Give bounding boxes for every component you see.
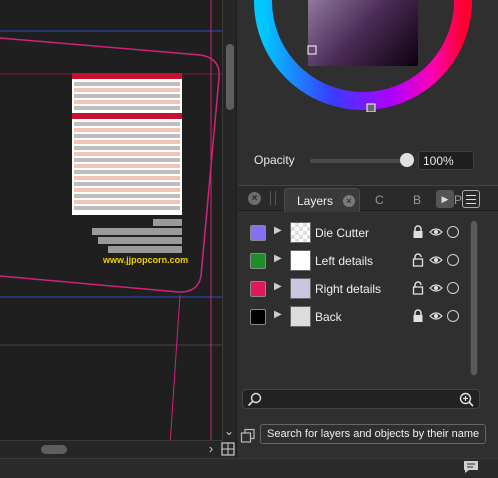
opacity-row: Opacity 100%: [254, 150, 484, 172]
drag-handle-icon[interactable]: [270, 191, 276, 205]
layer-color-swatch[interactable]: [250, 225, 266, 241]
scrollbar-thumb[interactable]: [41, 445, 67, 454]
layer-thumbnail: [290, 250, 311, 271]
zoom-to-selection-icon[interactable]: [459, 392, 474, 407]
play-icon[interactable]: ▶: [436, 190, 454, 208]
layer-name[interactable]: Right details: [315, 282, 381, 296]
tab-layers[interactable]: Layers ×: [284, 188, 360, 212]
layer-row-die-cutter[interactable]: ▶ Die Cutter: [240, 219, 472, 247]
lock-icon[interactable]: [412, 309, 424, 323]
layer-color-swatch[interactable]: [250, 309, 266, 325]
color-wheel[interactable]: [252, 0, 474, 112]
tab-layers-label: Layers: [297, 194, 334, 208]
unlock-icon[interactable]: [412, 281, 424, 295]
layer-name[interactable]: Die Cutter: [315, 226, 369, 240]
search-icon: [247, 392, 262, 407]
snapping-grid-icon[interactable]: [220, 441, 236, 457]
layer-thumbnail: [290, 278, 311, 299]
layer-name[interactable]: Left details: [315, 254, 373, 268]
layer-select-circle[interactable]: [447, 226, 459, 238]
chevron-down-icon[interactable]: ⌄: [222, 424, 236, 438]
tab-c[interactable]: C: [375, 193, 384, 207]
opacity-slider[interactable]: [310, 159, 410, 163]
document-canvas[interactable]: www.jjpopcorn.com: [0, 0, 236, 445]
tab-p[interactable]: P: [454, 193, 462, 207]
search-tooltip: Search for layers and objects by their n…: [260, 424, 487, 444]
layer-select-circle[interactable]: [447, 282, 459, 294]
layer-row-left-details[interactable]: ▶ Left details: [240, 247, 472, 275]
opacity-value-field[interactable]: 100%: [418, 151, 474, 170]
canvas-guides: [0, 0, 236, 445]
opacity-label: Opacity: [254, 153, 295, 167]
layer-name[interactable]: Back: [315, 310, 342, 324]
layer-color-swatch[interactable]: [250, 253, 266, 269]
expand-arrow-icon[interactable]: ▶: [274, 253, 282, 264]
lock-icon[interactable]: [412, 225, 424, 239]
expand-arrow-icon[interactable]: ▶: [274, 309, 282, 320]
layer-select-circle[interactable]: [447, 310, 459, 322]
artwork-preview: [72, 73, 182, 215]
copy-layer-icon[interactable]: [240, 428, 256, 444]
eye-icon[interactable]: [429, 254, 443, 266]
layers-list: ▶ Die Cutter ▶ Left details ▶ Right deta…: [240, 213, 480, 383]
unlock-icon[interactable]: [412, 253, 424, 267]
chevron-right-icon[interactable]: ›: [205, 440, 217, 458]
tab-b[interactable]: B: [413, 193, 421, 207]
close-tab-icon[interactable]: ×: [343, 195, 355, 207]
hamburger-icon[interactable]: [462, 190, 480, 208]
status-bar: [0, 458, 498, 478]
panel-tab-bar: × Layers × C B P ▶: [238, 185, 498, 212]
close-panel-icon[interactable]: ×: [248, 192, 261, 205]
artwork-url-text: www.jjpopcorn.com: [103, 255, 189, 265]
expand-arrow-icon[interactable]: ▶: [274, 225, 282, 236]
layer-thumbnail: [290, 306, 311, 327]
canvas-vertical-scrollbar[interactable]: [222, 0, 236, 445]
eye-icon[interactable]: [429, 226, 443, 238]
layer-thumbnail: [290, 222, 311, 243]
canvas-horizontal-scrollbar[interactable]: [0, 440, 222, 458]
eye-icon[interactable]: [429, 282, 443, 294]
scrollbar-thumb[interactable]: [226, 44, 234, 110]
layer-color-swatch[interactable]: [250, 281, 266, 297]
layer-row-back[interactable]: ▶ Back: [240, 303, 472, 331]
layers-scrollbar[interactable]: [470, 221, 478, 376]
layer-select-circle[interactable]: [447, 254, 459, 266]
app-window: www.jjpopcorn.com ⌄ › Opacity 100% × Lay…: [0, 0, 498, 478]
opacity-slider-knob[interactable]: [400, 153, 414, 167]
layer-search-input[interactable]: [242, 389, 480, 409]
eye-icon[interactable]: [429, 310, 443, 322]
chat-icon[interactable]: [462, 459, 480, 475]
layer-row-right-details[interactable]: ▶ Right details: [240, 275, 472, 303]
expand-arrow-icon[interactable]: ▶: [274, 281, 282, 292]
scrollbar-thumb[interactable]: [471, 221, 477, 375]
